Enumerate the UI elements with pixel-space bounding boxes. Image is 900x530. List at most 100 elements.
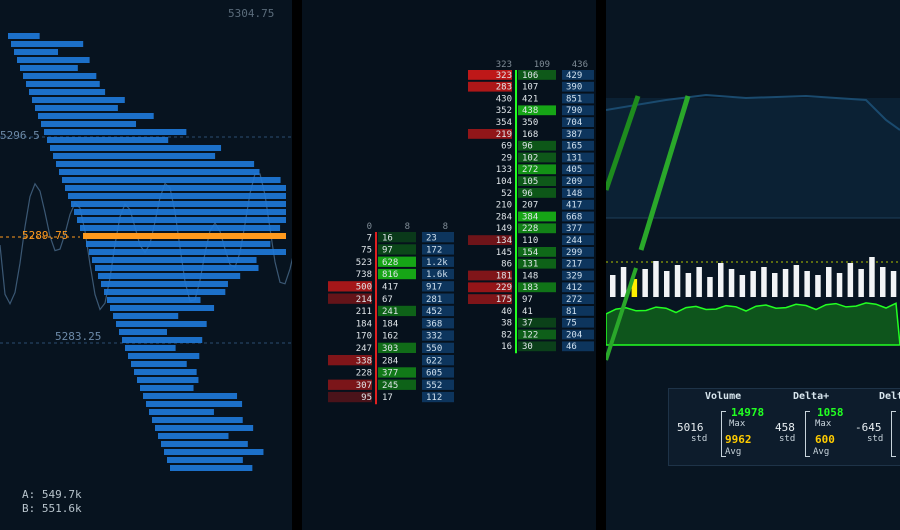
right-vol-text: 148 bbox=[566, 189, 582, 199]
profile-bar bbox=[107, 297, 201, 303]
left-ask-text: 816 bbox=[382, 270, 398, 280]
left-bid-text: 228 bbox=[356, 369, 372, 379]
profile-bar bbox=[14, 49, 59, 55]
profile-bar bbox=[170, 465, 253, 471]
right-ask-text: 41 bbox=[522, 307, 533, 317]
right-vol-text: 209 bbox=[566, 177, 582, 187]
left-ask-text: 184 bbox=[382, 319, 398, 329]
right-ask-text: 122 bbox=[522, 330, 538, 340]
right-bid-text: 134 bbox=[496, 236, 512, 246]
price-high-label: 5296.5 bbox=[0, 129, 40, 142]
profile-bar bbox=[140, 385, 194, 391]
left-vol-text: 172 bbox=[426, 246, 442, 256]
left-vol-text: 552 bbox=[426, 381, 442, 391]
volume-max-value: 14978 bbox=[731, 406, 765, 419]
left-vol-text: 452 bbox=[426, 307, 442, 317]
right-ask-text: 97 bbox=[522, 295, 533, 305]
right-vol-text: 81 bbox=[566, 307, 577, 317]
profile-bar bbox=[125, 345, 176, 351]
delta-bar bbox=[793, 265, 800, 297]
right-ask-text: 421 bbox=[522, 94, 538, 104]
delta-bar bbox=[620, 267, 627, 297]
left-ask-text: 377 bbox=[382, 369, 398, 379]
delta-bar bbox=[718, 263, 724, 297]
profile-bar bbox=[146, 401, 243, 407]
right-ask-text: 168 bbox=[522, 130, 538, 140]
profile-bar bbox=[149, 409, 214, 415]
profile-bar bbox=[26, 81, 100, 87]
poc-price-label: 5289.75 bbox=[22, 229, 69, 242]
profile-bar bbox=[74, 209, 286, 215]
profile-bar bbox=[77, 217, 286, 223]
volume-avg-label: Avg bbox=[725, 447, 742, 457]
right-bid-text: 69 bbox=[501, 142, 512, 152]
right-bid-text: 219 bbox=[496, 130, 512, 140]
left-vol-text: 112 bbox=[426, 393, 442, 403]
right-vol-text: 429 bbox=[566, 71, 582, 81]
left-vol-text: 622 bbox=[426, 356, 442, 366]
right-bid-text: 175 bbox=[496, 295, 512, 305]
footprint-ladders: 0 8 8 7 16 23 75 97 172 523 628 1.2k 738 816 1.6k 500 41… bbox=[328, 60, 594, 405]
right-bid-text: 283 bbox=[496, 83, 512, 93]
delta-bracket bbox=[805, 411, 810, 457]
right-vol-text: 412 bbox=[566, 283, 582, 293]
profile-bar bbox=[80, 225, 281, 231]
left-ask-text: 303 bbox=[382, 344, 398, 354]
right-vol-text: 329 bbox=[566, 271, 582, 281]
left-bid-text: 500 bbox=[356, 283, 372, 293]
profile-bar bbox=[137, 377, 199, 383]
right-ask-text: 350 bbox=[522, 118, 538, 128]
right-bid-text: 104 bbox=[496, 177, 512, 187]
profile-bar bbox=[92, 257, 257, 263]
left-vol-text: 332 bbox=[426, 332, 442, 342]
volume-std-value: 5016 bbox=[677, 421, 704, 434]
left-ask-text: 417 bbox=[382, 283, 398, 293]
right-vol-text: 75 bbox=[566, 319, 577, 329]
profile-bar bbox=[8, 33, 40, 39]
right-ask-text: 102 bbox=[522, 153, 538, 163]
delta-std-label: std bbox=[779, 434, 796, 444]
profile-bar bbox=[104, 289, 226, 295]
left-ask-text: 241 bbox=[382, 307, 398, 317]
left-ask-text: 245 bbox=[382, 381, 398, 391]
profile-bar bbox=[152, 417, 243, 423]
left-bid-text: 247 bbox=[356, 344, 372, 354]
right-vol-text: 405 bbox=[566, 165, 582, 175]
volume-profile-panel[interactable]: 5304.75 5296.5 5289.75 5283.25 A: 549.7k… bbox=[0, 0, 292, 530]
profile-bar bbox=[29, 89, 106, 95]
ask-volume-label: A: 549.7k bbox=[22, 488, 82, 501]
right-header-cell: 436 bbox=[572, 60, 588, 70]
delta-avg-label: Avg bbox=[813, 447, 830, 457]
left-ask-text: 97 bbox=[382, 246, 393, 256]
left-vol-text: 281 bbox=[426, 295, 442, 305]
right-bid-text: 133 bbox=[496, 165, 512, 175]
right-bid-text: 149 bbox=[496, 224, 512, 234]
right-bid-text: 354 bbox=[496, 118, 512, 128]
profile-bar bbox=[41, 121, 137, 127]
volume-max-label: Max bbox=[729, 419, 746, 429]
right-bid-text: 38 bbox=[501, 319, 512, 329]
left-bid-text: 523 bbox=[356, 258, 372, 268]
profile-bar bbox=[11, 41, 84, 47]
left-vol-text: 23 bbox=[426, 233, 437, 243]
profile-bar bbox=[122, 337, 203, 343]
right-ask-text: 228 bbox=[522, 224, 538, 234]
footprint-panel[interactable]: 0 8 8 7 16 23 75 97 172 523 628 1.2k 738 816 1.6k 500 41… bbox=[302, 0, 596, 530]
right-header-cell: 109 bbox=[534, 60, 550, 70]
right-ask-text: 107 bbox=[522, 83, 538, 93]
right-vol-text: 217 bbox=[566, 260, 582, 270]
right-vol-text: 851 bbox=[566, 94, 582, 104]
profile-bar bbox=[131, 361, 187, 367]
left-bid-text: 211 bbox=[356, 307, 372, 317]
profile-bar bbox=[155, 425, 254, 431]
left-vol-text: 1.2k bbox=[426, 258, 448, 268]
right-bid-text: 145 bbox=[496, 248, 512, 258]
profile-bar bbox=[128, 353, 200, 359]
delta-neg-std-label: std bbox=[867, 434, 884, 444]
delta-bar bbox=[728, 269, 735, 297]
left-bid-text: 307 bbox=[356, 381, 372, 391]
profile-bar bbox=[110, 305, 215, 311]
right-vol-text: 668 bbox=[566, 212, 582, 222]
profile-bar bbox=[89, 249, 286, 255]
left-vol-text: 605 bbox=[426, 369, 442, 379]
